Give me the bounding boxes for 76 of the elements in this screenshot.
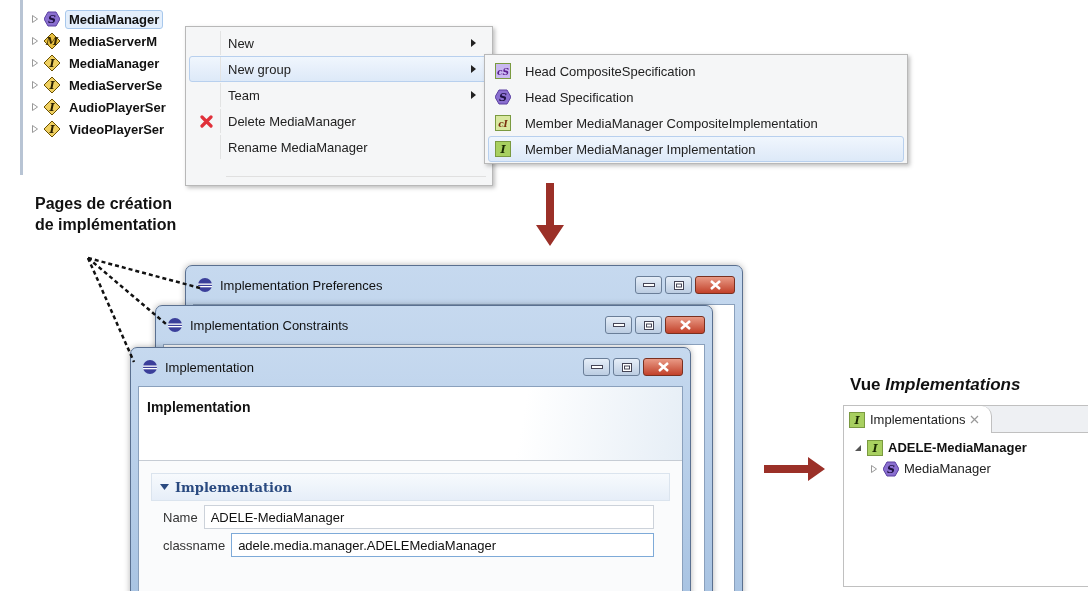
expanded-triangle-icon[interactable] [160, 483, 169, 491]
window-title: Implementation Preferences [220, 277, 384, 293]
maximize-icon [643, 320, 654, 330]
annotation-text: Pages de création de implémentation [35, 194, 177, 235]
tree-item[interactable]: MediaManager [65, 53, 164, 73]
collapsed-triangle-icon[interactable] [31, 125, 39, 133]
down-arrow [535, 183, 565, 247]
menu-item[interactable]: Delete MediaManager [189, 108, 489, 134]
interface-type-icon: I [44, 121, 60, 137]
close-button[interactable] [665, 316, 705, 334]
right-arrow [764, 457, 826, 481]
minimize-button[interactable] [605, 316, 632, 334]
close-icon [709, 280, 721, 290]
minimize-icon [590, 364, 603, 370]
impl-type-icon: I [849, 411, 865, 428]
window-title: Implementation Constraints [190, 317, 350, 333]
impl-type-icon: I [495, 141, 511, 157]
maximize-icon [673, 280, 684, 290]
view-tree-item[interactable]: I ADELE-MediaManager [854, 437, 1088, 458]
menu-item[interactable]: I Member MediaManager Implementation [488, 136, 904, 162]
maximize-icon [621, 362, 632, 372]
maximize-button[interactable] [635, 316, 662, 334]
spec-type-icon: S [44, 11, 60, 27]
field-label: classname [163, 537, 226, 553]
collapsed-triangle-icon[interactable] [31, 81, 39, 89]
window-title: Implementation [165, 359, 255, 375]
field-label: Name [163, 509, 198, 525]
expanded-triangle-icon[interactable] [854, 443, 862, 452]
spec-type-icon: S [495, 89, 511, 105]
tree-item[interactable]: MediaManager [65, 9, 164, 29]
close-button[interactable] [643, 358, 683, 376]
menu-item[interactable]: Team [189, 82, 489, 108]
close-icon[interactable] [970, 415, 980, 424]
menu-item[interactable]: Rename MediaManager [189, 134, 489, 160]
app-icon [142, 359, 158, 375]
menu-item[interactable]: S Head Specification [488, 84, 904, 110]
collapsed-triangle-icon[interactable] [31, 37, 39, 45]
menu-item[interactable]: cI Member MediaManager CompositeImplementation [488, 110, 904, 136]
close-icon [679, 320, 691, 330]
interface-type-icon: I [44, 55, 60, 71]
minimize-icon [642, 282, 655, 288]
minimize-button[interactable] [583, 358, 610, 376]
maximize-button[interactable] [665, 276, 692, 294]
text-field[interactable]: adele.media.manager.ADELEMediaManager [231, 533, 654, 557]
section-header[interactable]: Implementation [151, 473, 670, 501]
menu-item[interactable]: cS Head CompositeSpecification [488, 58, 904, 84]
composite-impl-type-icon: cI [495, 115, 511, 131]
page-title: Implementation [147, 399, 252, 415]
app-icon [197, 277, 213, 293]
composite-spec-type-icon: cS [495, 63, 511, 79]
tree-item[interactable]: MediaServerSe [65, 75, 167, 95]
close-button[interactable] [695, 276, 735, 294]
tree-item[interactable]: AudioPlayerSer [65, 97, 170, 117]
view-tree-item[interactable]: S MediaManager [870, 458, 1088, 479]
view-tab[interactable]: I Implementations [844, 406, 993, 433]
tree-item[interactable]: VideoPlayerSer [65, 119, 169, 139]
section-title: Implementation [175, 479, 293, 495]
collapsed-triangle-icon[interactable] [31, 15, 39, 23]
menu-item[interactable]: New [189, 30, 489, 56]
collapsed-triangle-icon[interactable] [31, 103, 39, 111]
delete-icon [200, 115, 213, 128]
close-icon [657, 362, 669, 372]
minimize-icon [612, 322, 625, 328]
minimize-button[interactable] [635, 276, 662, 294]
app-icon [167, 317, 183, 333]
text-field[interactable]: ADELE-MediaManager [203, 505, 654, 529]
collapsed-triangle-icon[interactable] [870, 464, 878, 473]
spec-type-icon: S [883, 460, 899, 477]
maximize-button[interactable] [613, 358, 640, 376]
interface-type-icon: I [44, 99, 60, 115]
view-caption: Vue Implementations [850, 375, 1021, 395]
impl-type-icon: I [867, 439, 883, 456]
model-type-icon: M [44, 33, 60, 49]
interface-type-icon: I [44, 77, 60, 93]
collapsed-triangle-icon[interactable] [31, 59, 39, 67]
tree-item[interactable]: MediaServerM [65, 31, 162, 51]
